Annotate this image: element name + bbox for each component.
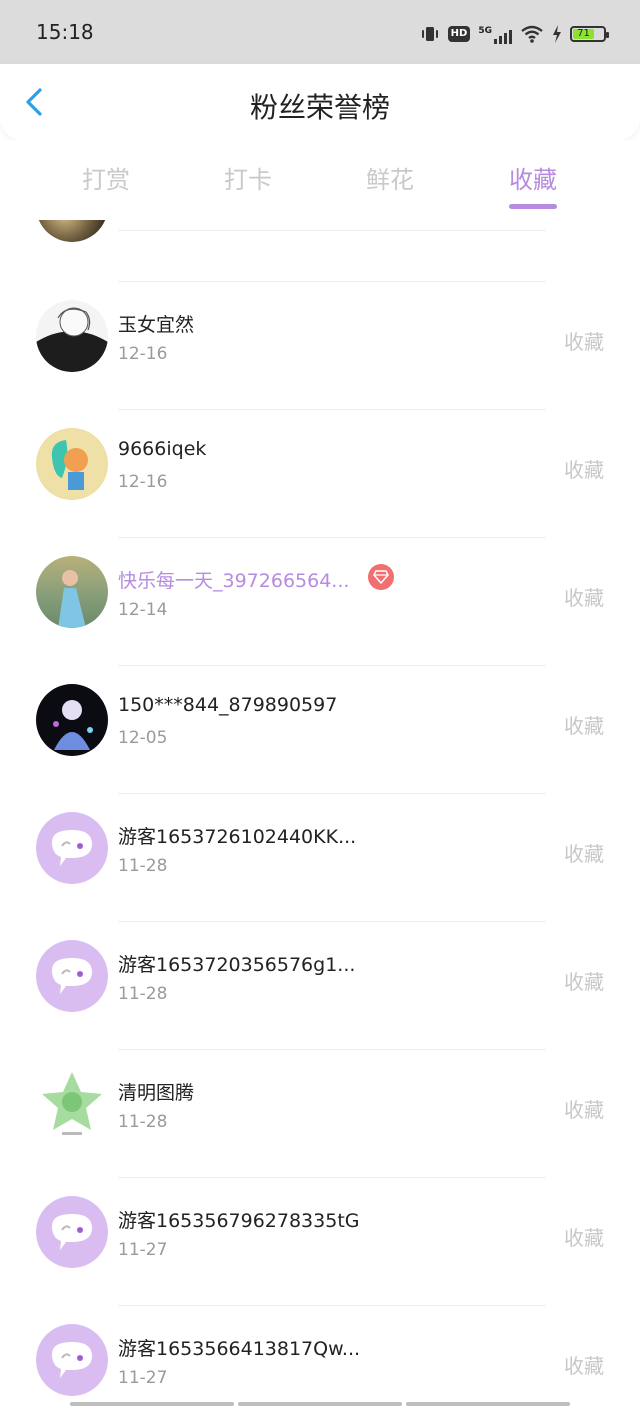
fan-name: 清明图腾 — [118, 1082, 195, 1104]
status-time: 15:18 — [36, 20, 94, 44]
guest-avatar-icon — [36, 940, 108, 1012]
fan-date: 11-28 — [118, 1112, 168, 1132]
nav-header: 粉丝荣誉榜 — [0, 64, 640, 140]
favorite-action[interactable]: 收藏 — [564, 1222, 604, 1251]
fan-date: 12-14 — [118, 600, 168, 620]
fan-name: 9666iqek — [118, 438, 207, 460]
fan-date: 12-16 — [118, 344, 168, 364]
list-item[interactable]: 9666iqek 12-16 收藏 — [0, 410, 640, 538]
fan-name: 游客1653566413817Qw... — [118, 1338, 361, 1360]
signal-5g-icon: 5G — [478, 24, 512, 44]
hd-icon: HD — [447, 26, 471, 42]
guest-avatar-icon — [36, 812, 108, 884]
fan-name: 游客1653720356576g1... — [118, 954, 356, 976]
favorite-action[interactable]: 收藏 — [564, 1094, 604, 1123]
divider — [118, 230, 546, 231]
guest-avatar-icon — [36, 1324, 108, 1396]
status-icons: HD 5G 71 — [420, 20, 609, 48]
list-item[interactable]: 清明图腾 11-28 收藏 — [0, 1050, 640, 1178]
favorite-action[interactable]: 收藏 — [564, 710, 604, 739]
fan-date: 12-05 — [118, 728, 168, 748]
diamond-badge-icon — [368, 564, 394, 590]
status-bar: 15:18 HD 5G 71 — [0, 0, 640, 64]
favorite-action[interactable]: 收藏 — [564, 582, 604, 611]
home-indicator — [70, 1402, 570, 1406]
list-item[interactable]: 游客1653566413817Qw... 11-27 收藏 — [0, 1306, 640, 1400]
avatar — [36, 300, 108, 372]
avatar — [36, 684, 108, 756]
favorite-action[interactable]: 收藏 — [564, 1350, 604, 1379]
avatar — [36, 1068, 108, 1140]
list-item[interactable]: 游客1653720356576g1... 11-28 收藏 — [0, 922, 640, 1050]
list-item[interactable]: 游客1653726102440KK... 11-28 收藏 — [0, 794, 640, 922]
favorite-action[interactable]: 收藏 — [564, 326, 604, 355]
active-tab-indicator — [509, 204, 557, 209]
tab-flowers[interactable]: 鲜花 — [330, 160, 450, 195]
avatar — [36, 220, 108, 242]
avatar — [36, 556, 108, 628]
fan-name: 玉女宜然 — [118, 314, 195, 336]
fan-date: 11-28 — [118, 856, 168, 876]
fan-date: 11-28 — [118, 984, 168, 1004]
battery-level: 71 — [573, 29, 594, 39]
favorite-action[interactable]: 收藏 — [564, 966, 604, 995]
list-item[interactable]: 150***844_879890597 12-05 收藏 — [0, 666, 640, 794]
guest-avatar-icon — [36, 1196, 108, 1268]
fan-date: 11-27 — [118, 1240, 168, 1260]
tab-tip[interactable]: 打赏 — [46, 160, 166, 195]
page-title: 粉丝荣誉榜 — [249, 91, 390, 124]
vibrate-icon — [421, 27, 438, 41]
fan-date: 11-27 — [118, 1368, 168, 1388]
favorite-action[interactable]: 收藏 — [564, 454, 604, 483]
favorite-action[interactable]: 收藏 — [564, 838, 604, 867]
fan-date: 12-16 — [118, 472, 168, 492]
fan-name: 快乐每一天_397266564... — [118, 570, 350, 592]
fan-name: 游客1653726102440KK... — [118, 826, 357, 848]
tab-checkin[interactable]: 打卡 — [188, 160, 308, 195]
wifi-icon — [521, 25, 543, 43]
charging-icon — [553, 25, 561, 43]
battery-icon: 71 — [570, 26, 609, 42]
list-item[interactable]: 快乐每一天_397266564... 12-14 收藏 — [0, 538, 640, 666]
fan-list: 玉女宜然 12-16 收藏 9666iqek 12-16 收藏 快乐每一天_39… — [0, 220, 640, 1400]
avatar — [36, 428, 108, 500]
fan-name: 150***844_879890597 — [118, 694, 338, 716]
tab-favorites[interactable]: 收藏 — [473, 160, 593, 195]
list-item[interactable]: 游客165356796278335tG 11-27 收藏 — [0, 1178, 640, 1306]
list-item-partial — [0, 220, 640, 282]
fan-name: 游客165356796278335tG — [118, 1210, 360, 1232]
list-item[interactable]: 玉女宜然 12-16 收藏 — [0, 282, 640, 410]
